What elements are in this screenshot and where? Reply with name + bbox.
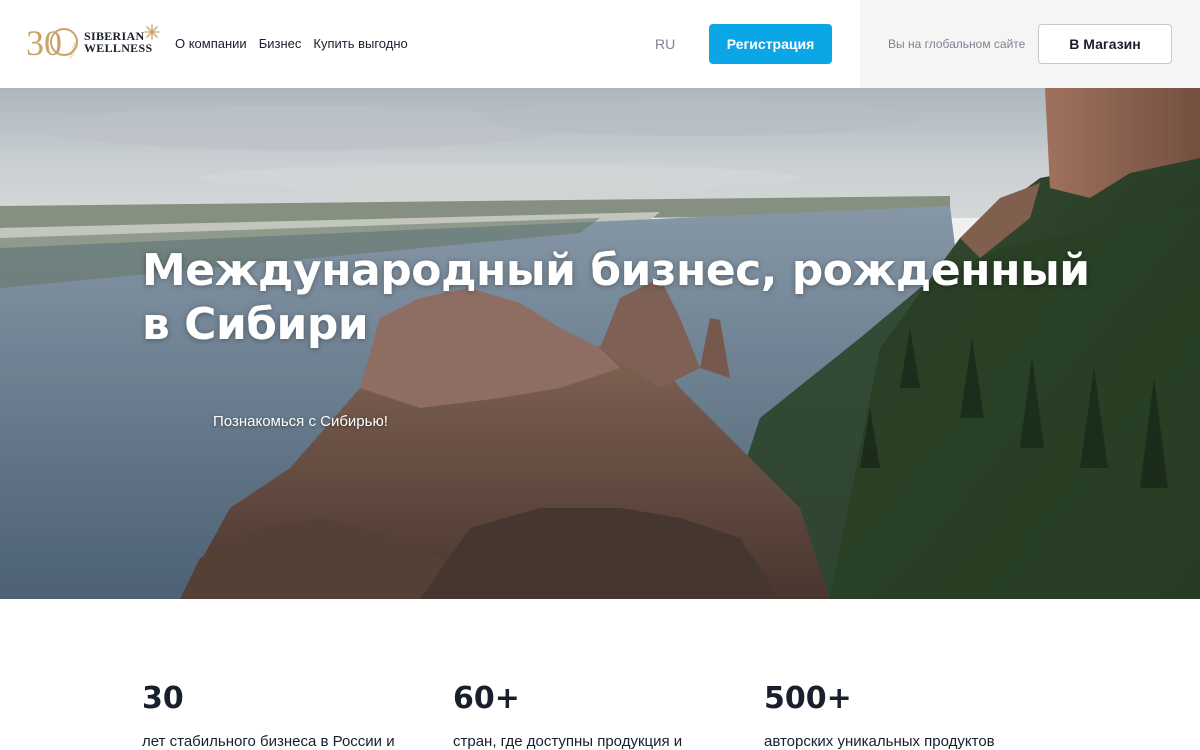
stat-value: 30 [142,681,184,716]
logo-line-2: WELLNESS [84,41,153,55]
to-store-button[interactable]: В Магазин [1038,24,1172,64]
stat-value: 60+ [453,681,520,716]
snowflake-icon [144,24,160,40]
logo-wordmark: SIBERIAN WELLNESS [84,30,152,54]
svg-text:YEARS: YEARS [68,41,80,60]
nav-item-buy-profitably[interactable]: Купить выгодно [313,36,407,51]
siberian-wellness-logo[interactable]: 30 YEARS SIBERIAN WELLNESS [26,20,166,64]
global-site-notice: Вы на глобальном сайте [888,37,1026,51]
main-nav: О компании Бизнес Купить выгодно [175,36,408,51]
register-button[interactable]: Регистрация [709,24,832,64]
stats-section: 30 лет стабильного бизнеса в России и 60… [0,599,1200,750]
stat-description: лет стабильного бизнеса в России и [142,733,395,750]
stat-description: авторских уникальных продуктов [764,733,995,750]
hero-banner: Международный бизнес, рожденный в Сибири… [0,88,1200,599]
stat-countries: 60+ стран, где доступны продукция и [453,681,743,750]
stat-products: 500+ авторских уникальных продуктов [764,681,1054,750]
nav-item-about[interactable]: О компании [175,36,247,51]
site-header: 30 YEARS SIBERIAN WELLNESS О компании Би… [0,0,1200,88]
30-years-logo-icon: 30 YEARS [26,23,80,63]
nav-item-business[interactable]: Бизнес [259,36,302,51]
svg-text:30: 30 [26,23,62,63]
stat-value: 500+ [764,681,852,716]
hero-title: Международный бизнес, рожденный в Сибири [142,245,1090,350]
stat-years: 30 лет стабильного бизнеса в России и [142,681,432,750]
language-switcher[interactable]: RU [655,36,675,52]
discover-siberia-link[interactable]: Познакомься с Сибирью! [213,413,388,430]
stat-description: стран, где доступны продукция и [453,733,683,750]
